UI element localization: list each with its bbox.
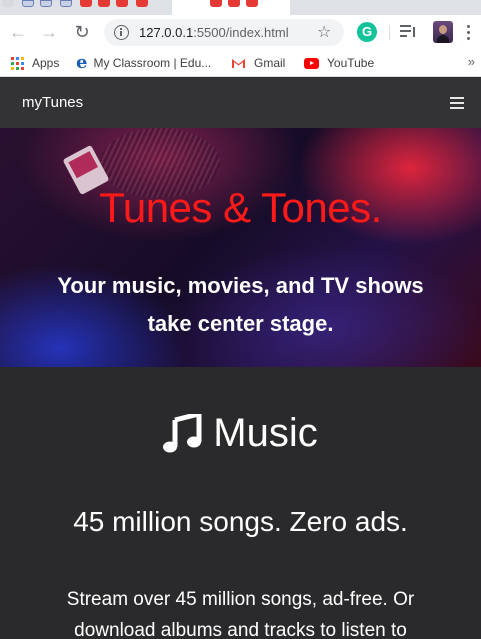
- bookmark-label: Gmail: [254, 56, 286, 70]
- hero-subtitle: Your music, movies, and TV shows take ce…: [0, 267, 481, 343]
- reload-icon[interactable]: ↻: [71, 21, 93, 43]
- hero-subtitle-line: take center stage.: [147, 311, 334, 336]
- url-path: :5500/index.html: [193, 25, 289, 40]
- profile-avatar[interactable]: [433, 21, 453, 43]
- gmail-icon: [232, 58, 245, 68]
- browser-menu-icon[interactable]: [466, 24, 470, 40]
- tab-favicon[interactable]: [210, 0, 222, 7]
- tab-favicon[interactable]: [22, 0, 34, 7]
- apps-grid-icon: [11, 56, 24, 70]
- url-text[interactable]: 127.0.0.1:5500/index.html: [139, 25, 289, 40]
- browser-toolbar: ← → ↻ 127.0.0.1:5500/index.html ☆ G: [0, 15, 481, 49]
- tab-favicon[interactable]: [2, 0, 14, 7]
- bookmark-star-icon[interactable]: ☆: [317, 22, 331, 42]
- music-section: Music 45 million songs. Zero ads. Stream…: [0, 367, 481, 639]
- tab-favicon[interactable]: [228, 0, 240, 7]
- edu-logo-icon: e: [76, 52, 88, 73]
- tab-favicon[interactable]: [80, 0, 92, 7]
- bookmark-label: Apps: [32, 56, 60, 70]
- hero-subtitle-line: Your music, movies, and TV shows: [57, 273, 424, 298]
- bookmark-label: My Classroom | Edu...: [93, 56, 212, 70]
- music-note-icon: [163, 413, 202, 452]
- grammarly-extension-icon[interactable]: G: [357, 22, 377, 42]
- tab-favicon[interactable]: [246, 0, 258, 7]
- tab-favicon[interactable]: [98, 0, 110, 7]
- music-tagline: 45 million songs. Zero ads.: [73, 506, 408, 537]
- bookmarks-bar: Apps e My Classroom | Edu... Gmail YouTu…: [0, 49, 481, 77]
- toolbar-divider: [389, 25, 390, 40]
- address-bar[interactable]: 127.0.0.1:5500/index.html ☆: [104, 19, 344, 46]
- bookmark-label: YouTube: [327, 56, 375, 70]
- bookmark-gmail[interactable]: Gmail: [231, 55, 285, 71]
- url-host: 127.0.0.1: [139, 25, 194, 40]
- music-heading: Music: [0, 411, 481, 456]
- media-queue-icon[interactable]: [400, 24, 416, 38]
- tab-favicon[interactable]: [136, 0, 148, 7]
- forward-icon[interactable]: →: [38, 21, 60, 43]
- more-bookmarks-icon[interactable]: »: [468, 54, 475, 69]
- tab-favicon[interactable]: [60, 0, 72, 7]
- bookmark-my-classroom[interactable]: e My Classroom | Edu...: [76, 52, 212, 73]
- back-icon[interactable]: ←: [7, 21, 29, 43]
- site-navbar: myTunes: [0, 78, 481, 128]
- music-heading-label: Music: [213, 411, 318, 455]
- tab-favicon[interactable]: [40, 0, 52, 7]
- tab-strip: [0, 0, 481, 15]
- brand-logo[interactable]: myTunes: [22, 94, 83, 111]
- menu-toggle-icon[interactable]: [450, 97, 466, 109]
- youtube-icon: [304, 57, 319, 69]
- bookmark-youtube[interactable]: YouTube: [304, 55, 374, 71]
- music-description: Stream over 45 million songs, ad-free. O…: [0, 584, 481, 639]
- bookmark-apps[interactable]: Apps: [11, 55, 59, 71]
- description-line: download albums and tracks to listen to: [74, 620, 407, 639]
- site-info-icon[interactable]: [114, 25, 129, 40]
- tab-favicon[interactable]: [116, 0, 128, 7]
- description-line: Stream over 45 million songs, ad-free. O…: [66, 589, 415, 610]
- hero-title: Tunes & Tones.: [99, 184, 382, 231]
